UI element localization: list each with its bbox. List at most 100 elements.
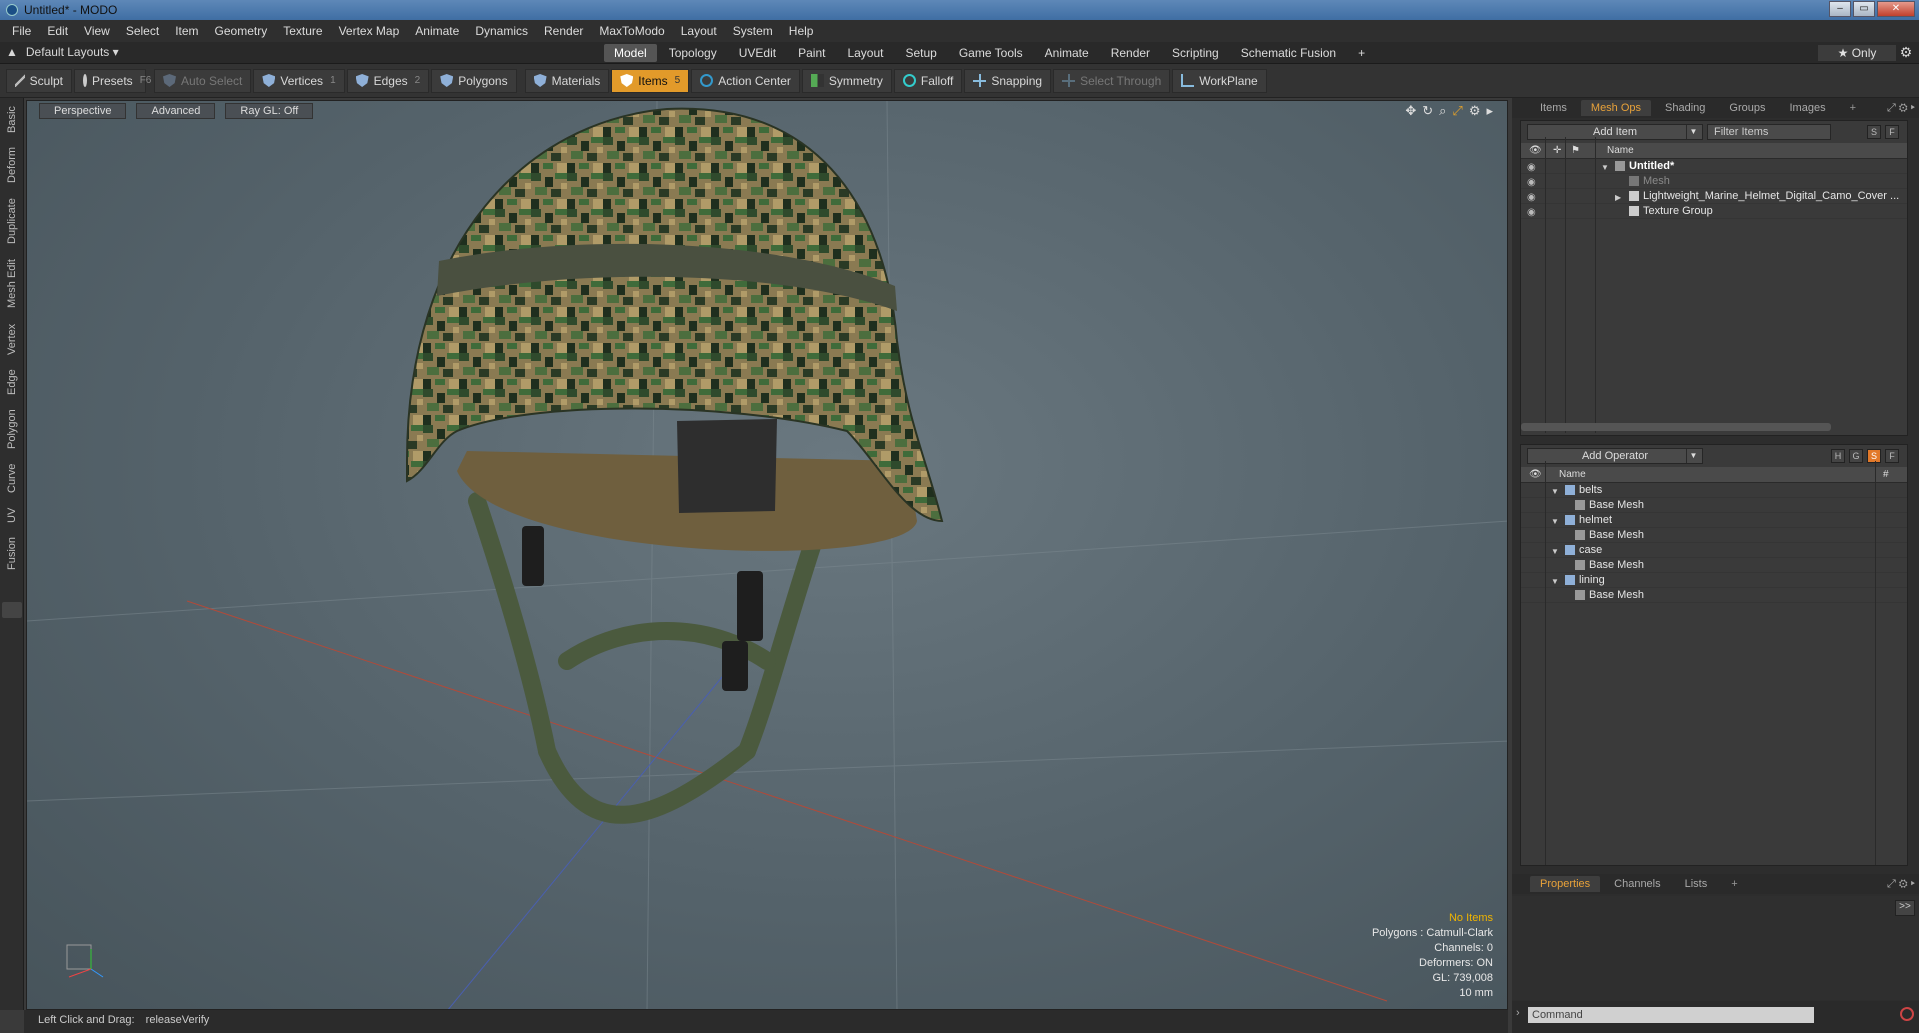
tab-groups[interactable]: Groups	[1719, 100, 1775, 116]
symmetry-button[interactable]: Symmetry	[801, 68, 892, 93]
action-center-button[interactable]: Action Center	[691, 68, 800, 93]
gear-icon[interactable]: ⚙	[1896, 44, 1916, 61]
item-row-texture-group[interactable]: ◉ Texture Group	[1521, 204, 1907, 219]
auto-select-button[interactable]: Auto Select	[154, 68, 252, 93]
item-row-helmet-mesh[interactable]: ◉ ▶ Lightweight_Marine_Helmet_Digital_Ca…	[1521, 189, 1907, 204]
polygons-button[interactable]: Polygons	[431, 68, 517, 93]
select-through-button[interactable]: Select Through	[1053, 68, 1171, 93]
menu-select[interactable]: Select	[118, 24, 167, 38]
raygl-button[interactable]: Ray GL: Off	[225, 103, 314, 119]
tab-properties[interactable]: Properties	[1530, 876, 1601, 892]
op-row-case[interactable]: ▼ case	[1521, 543, 1907, 558]
tab-scripting[interactable]: Scripting	[1162, 44, 1229, 62]
tab-animate[interactable]: Animate	[1035, 44, 1099, 62]
tab-model[interactable]: Model	[604, 44, 657, 62]
advanced-button[interactable]: Advanced	[136, 103, 216, 119]
sculpt-button[interactable]: Sculpt	[6, 68, 72, 93]
snapping-button[interactable]: Snapping	[964, 68, 1052, 93]
lefttab-deform[interactable]: Deform	[2, 142, 22, 188]
materials-button[interactable]: Materials	[524, 68, 610, 93]
only-button[interactable]: ★ Only	[1818, 45, 1896, 61]
add-panel-tab-button[interactable]: +	[1840, 100, 1866, 116]
maximize-button[interactable]: ▭	[1853, 1, 1875, 17]
tab-shading[interactable]: Shading	[1655, 100, 1715, 116]
tab-layout[interactable]: Layout	[837, 44, 893, 62]
ops-h-button[interactable]: H	[1831, 449, 1845, 463]
tab-channels[interactable]: Channels	[1604, 876, 1670, 892]
lefttab-fusion[interactable]: Fusion	[2, 532, 22, 574]
expand-triangle-icon[interactable]: ▼	[1551, 544, 1559, 559]
expand-triangle-icon[interactable]: ▼	[1601, 160, 1609, 175]
lefttab-basic[interactable]: Basic	[2, 102, 22, 138]
perspective-button[interactable]: Perspective	[39, 103, 127, 119]
tab-mesh-ops[interactable]: Mesh Ops	[1580, 100, 1652, 116]
expand-triangle-icon[interactable]: ▼	[1551, 484, 1559, 499]
workplane-button[interactable]: WorkPlane	[1172, 68, 1267, 93]
items-button[interactable]: Items 5	[611, 68, 690, 93]
menu-maxtomodo[interactable]: MaxToModo	[591, 24, 672, 38]
lefttab-mesh-edit[interactable]: Mesh Edit	[2, 254, 22, 314]
add-panel-tab-button[interactable]: +	[1721, 876, 1747, 892]
expand-properties-button[interactable]: >>	[1895, 900, 1915, 916]
ops-g-button[interactable]: G	[1849, 449, 1863, 463]
menu-dynamics[interactable]: Dynamics	[467, 24, 536, 38]
menu-texture[interactable]: Texture	[275, 24, 330, 38]
expand-triangle-icon[interactable]: ▶	[1615, 190, 1621, 205]
layout-collapse-icon[interactable]: ▲	[6, 45, 18, 59]
pan-icon[interactable]: ✥	[1405, 103, 1416, 119]
viewport-menu-icon[interactable]: ▸	[1486, 103, 1493, 119]
lefttab-toggle-icon[interactable]	[2, 602, 22, 618]
tab-uvedit[interactable]: UVEdit	[729, 44, 786, 62]
add-tab-button[interactable]: +	[1348, 44, 1375, 62]
3d-viewport[interactable]: Perspective Advanced Ray GL: Off ✥ ↻ ⌕ ⤢…	[26, 100, 1508, 1010]
zoom-icon[interactable]: ⌕	[1439, 103, 1446, 119]
menu-edit[interactable]: Edit	[39, 24, 76, 38]
add-operator-dropdown[interactable]: Add Operator ▼	[1527, 448, 1703, 464]
add-item-dropdown[interactable]: Add Item ▼	[1527, 124, 1703, 140]
viewport-gear-icon[interactable]: ⚙	[1469, 103, 1481, 119]
filter-s-button[interactable]: S	[1867, 125, 1881, 139]
menu-help[interactable]: Help	[781, 24, 822, 38]
rotate-icon[interactable]: ↻	[1422, 103, 1433, 119]
visibility-eye-icon[interactable]: ◉	[1527, 190, 1539, 203]
filter-f-button[interactable]: F	[1885, 125, 1899, 139]
op-row-lining[interactable]: ▼ lining	[1521, 573, 1907, 588]
menu-item[interactable]: Item	[167, 24, 206, 38]
panel-expand-icon[interactable]: ⤢ ⚙ ▸	[1887, 102, 1915, 115]
lefttab-uv[interactable]: UV	[2, 502, 22, 528]
horizontal-scrollbar[interactable]	[1521, 423, 1831, 431]
close-button[interactable]: ✕	[1877, 1, 1915, 17]
tab-schematic-fusion[interactable]: Schematic Fusion	[1231, 44, 1346, 62]
tab-render[interactable]: Render	[1101, 44, 1160, 62]
op-row-belts-base-mesh[interactable]: Base Mesh	[1521, 498, 1907, 513]
op-row-belts[interactable]: ▼ belts	[1521, 483, 1907, 498]
lefttab-vertex[interactable]: Vertex	[2, 318, 22, 360]
edges-button[interactable]: Edges 2	[346, 68, 430, 93]
expand-triangle-icon[interactable]: ▼	[1551, 514, 1559, 529]
item-row-mesh[interactable]: ◉ Mesh	[1521, 174, 1907, 189]
menu-geometry[interactable]: Geometry	[207, 24, 276, 38]
tab-game-tools[interactable]: Game Tools	[949, 44, 1033, 62]
expand-triangle-icon[interactable]: ▼	[1551, 574, 1559, 589]
record-icon[interactable]	[1900, 1007, 1914, 1021]
lefttab-edge[interactable]: Edge	[2, 364, 22, 400]
panel-expand-icon[interactable]: ⤢ ⚙ ▸	[1887, 878, 1915, 891]
lefttab-curve[interactable]: Curve	[2, 458, 22, 498]
visibility-eye-icon[interactable]: ◉	[1527, 175, 1539, 188]
ops-f-button[interactable]: F	[1885, 449, 1899, 463]
fit-icon[interactable]: ⤢	[1452, 103, 1462, 119]
filter-items-input[interactable]: Filter Items	[1707, 124, 1831, 140]
tab-images[interactable]: Images	[1780, 100, 1836, 116]
menu-layout[interactable]: Layout	[673, 24, 725, 38]
visibility-eye-icon[interactable]: ◉	[1527, 205, 1539, 218]
lefttab-duplicate[interactable]: Duplicate	[2, 192, 22, 250]
tab-items[interactable]: Items	[1530, 100, 1577, 116]
op-row-helmet-base-mesh[interactable]: Base Mesh	[1521, 528, 1907, 543]
menu-system[interactable]: System	[725, 24, 781, 38]
op-row-case-base-mesh[interactable]: Base Mesh	[1521, 558, 1907, 573]
presets-button[interactable]: Presets F6	[74, 68, 151, 93]
tab-topology[interactable]: Topology	[659, 44, 727, 62]
tab-paint[interactable]: Paint	[788, 44, 835, 62]
menu-file[interactable]: File	[4, 24, 39, 38]
lefttab-polygon[interactable]: Polygon	[2, 404, 22, 454]
